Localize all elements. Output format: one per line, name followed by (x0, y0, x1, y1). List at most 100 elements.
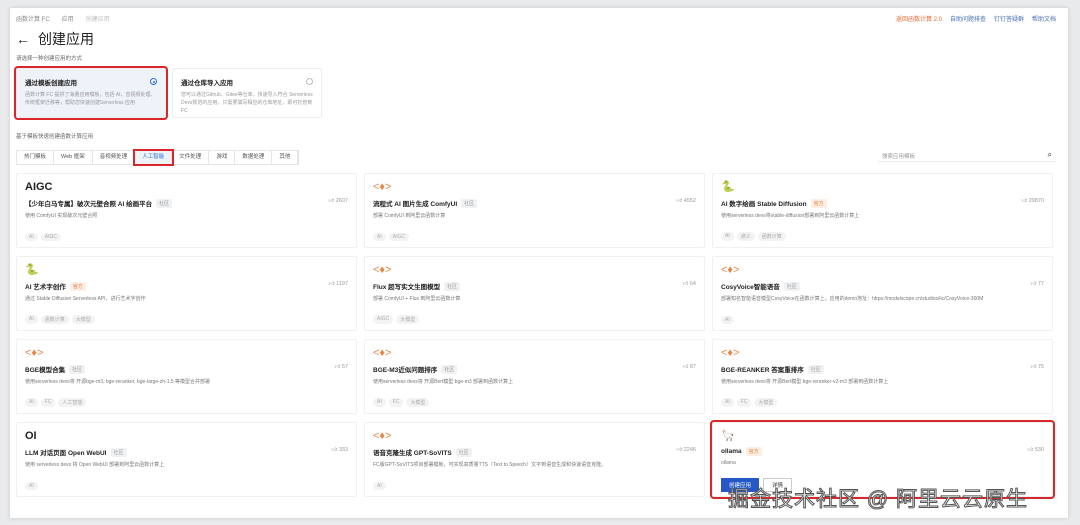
like-value: 4552 (683, 198, 696, 204)
tag: AI (721, 398, 734, 407)
tag-list: AI FC 大模型 (373, 398, 430, 407)
breadcrumb-item: 创建应用 (85, 17, 110, 23)
template-desc: 通过 Stable Diffusion Serverless API，进行艺术字… (25, 296, 146, 302)
template-name-row: BGE-REANKER 答案重排序 社区 (721, 364, 1044, 374)
like-count: 👍︎ 530 (1028, 447, 1044, 453)
source-badge: 社区 (441, 364, 458, 374)
template-card[interactable]: <♦> 语音克隆生成 GPT-SoVITS 社区 👍︎ 2246 FC版GPT-SoVI… (364, 422, 705, 497)
template-name-row: AI 数字绘画 Stable Diffusion 官方 (721, 198, 1044, 208)
template-card[interactable]: OI LLM 对话页面 Open WebUI 社区 👍︎ 333 使用 serverle… (16, 422, 357, 497)
like-count: 👍︎ 1197 (329, 281, 348, 287)
tag: 大模型 (71, 315, 95, 324)
like-icon: 👍︎ (328, 198, 336, 204)
tab-0[interactable]: 热门模板 (17, 151, 55, 164)
source-badge: 社区 (110, 447, 127, 457)
tag-list: AI AIGC (373, 233, 409, 241)
option-title: 通过仓库导入应用 (181, 80, 233, 87)
search-input[interactable]: 搜索应用模板 ⌕ (878, 150, 1056, 162)
template-name: BGE-REANKER 答案重排序 (721, 367, 804, 374)
tab-3[interactable]: 人工智能 (133, 149, 175, 166)
template-logo-icon: <♦> (373, 430, 392, 442)
template-name-row: BGE-M3近似问题排序 社区 (373, 364, 696, 374)
tab-6[interactable]: 数据处理 (235, 151, 273, 164)
template-name: 流程式 AI 图片生成 ComfyUI (373, 201, 458, 208)
template-name: 语音克隆生成 GPT-SoVITS (373, 450, 452, 457)
like-icon: 👍︎ (682, 281, 690, 287)
option-template[interactable]: 通过模板创建应用 函数计算 FC 提供了海量应用模板，包括 AI、音视频处理、传… (14, 66, 168, 120)
tag-list: AI (721, 316, 734, 324)
search-placeholder: 搜索应用模板 (882, 154, 916, 160)
source-badge: 官方 (69, 281, 86, 291)
tag-list: AI AIGC (25, 233, 61, 241)
template-card[interactable]: <♦> Flux 超写实文生图模型 社区 👍︎ 64 部署 ComfyUI + Flux… (364, 256, 705, 331)
source-badge: 官方 (745, 447, 762, 456)
main-panel: 函数计算 FC 应用 创建应用 返回函数计算 2.0 自助问题排查 钉钉答疑群 … (10, 8, 1068, 518)
template-name: AI 艺术字创作 (25, 284, 66, 291)
link-help-docs[interactable]: 帮助文档 (1032, 14, 1056, 23)
template-card[interactable]: <♦> BGE-REANKER 答案重排序 社区 👍︎ 75 使用serverless … (712, 339, 1053, 414)
template-card[interactable]: 🐍 AI 艺术字创作 官方 👍︎ 1197 通过 Stable Diffusion Se… (16, 256, 357, 331)
like-icon: 👍︎ (1027, 447, 1035, 453)
option-desc: 函数计算 FC 提供了海量应用模板，包括 AI、音视频处理、传统框架迁移等，帮助… (25, 92, 156, 106)
template-card[interactable]: <♦> CosyVoice智能语音 社区 👍︎ 77 部署知名智能语音模型CosyVoi… (712, 256, 1053, 331)
tab-4[interactable]: 文件处理 (172, 151, 210, 164)
method-label: 请选择一种创建应用的方式 (16, 56, 83, 62)
template-name-row: 流程式 AI 图片生成 ComfyUI 社区 (373, 198, 696, 208)
tag-list: AI (25, 482, 38, 490)
tag: AI (721, 232, 734, 241)
tag: 函数计算 (40, 315, 69, 324)
template-name-row: BGE模型合集 社区 (25, 364, 348, 374)
breadcrumb-item[interactable]: 应用 (62, 14, 74, 23)
template-desc: 使用serverless devs将 开源bge-m3, bge-reranke… (25, 379, 211, 385)
search-icon[interactable]: ⌕ (1048, 150, 1052, 160)
like-count: 👍︎ 57 (335, 364, 348, 370)
like-value: 1197 (336, 281, 348, 287)
template-name: CosyVoice智能语音 (721, 284, 780, 291)
top-links: 返回函数计算 2.0 自助问题排查 钉钉答疑群 帮助文档 (896, 14, 1056, 23)
link-back-fc2[interactable]: 返回函数计算 2.0 (896, 14, 942, 23)
template-card[interactable]: 🐍 AI 数字绘画 Stable Diffusion 官方 👍︎ 29870 使用ser… (712, 173, 1053, 248)
breadcrumb-item[interactable]: 函数计算 FC (16, 14, 50, 23)
source-badge: 社区 (69, 364, 86, 374)
template-name-row: Flux 超写实文生图模型 社区 (373, 281, 696, 291)
tab-7[interactable]: 其他 (272, 151, 299, 164)
template-card[interactable]: <♦> BGE模型合集 社区 👍︎ 57 使用serverless devs将 开源bg… (16, 339, 357, 414)
template-card[interactable]: <♦> BGE-M3近似问题排序 社区 👍︎ 87 使用serverless devs将… (364, 339, 705, 414)
tag-list: AI FC 大模型 (721, 398, 778, 407)
radio-unselected[interactable] (306, 78, 313, 85)
template-desc: 使用 serverless devs 将 Open WebUI 部署到阿里云函数… (25, 462, 165, 468)
tag: AI (373, 398, 386, 407)
source-badge: 社区 (455, 447, 472, 457)
template-grid: AIGC 【少年白马专属】破次元壁合照 AI 绘画平台 社区 👍︎ 2607 使用 Co… (16, 173, 1055, 499)
template-desc: 部署 ComfyUI + Flux 到阿里云函数计算 (373, 296, 461, 302)
tab-1[interactable]: Web 框架 (54, 151, 93, 164)
tag: FC (40, 398, 56, 407)
page-title-text: 创建应用 (38, 31, 94, 47)
section-label: 基于模板快速创建函数计算应用 (16, 134, 94, 140)
template-logo-icon: AIGC (25, 181, 53, 193)
tab-5[interactable]: 游戏 (209, 151, 236, 164)
like-value: 64 (689, 281, 696, 287)
back-arrow-icon[interactable]: ← (16, 31, 30, 47)
option-repo-import[interactable]: 通过仓库导入应用 您可以通过Github、Gitee等仓库，快速导入符合 Ser… (172, 68, 322, 118)
template-card[interactable]: <♦> 流程式 AI 图片生成 ComfyUI 社区 👍︎ 4552 部署 ComfyU… (364, 173, 705, 248)
template-desc: FC版GPT-SoVITS项目部署模板，可实现高质量TTS（Text to Sp… (373, 462, 607, 468)
link-dingtalk-group[interactable]: 钉钉答疑群 (994, 14, 1024, 23)
like-count: 👍︎ 77 (1031, 281, 1044, 287)
radio-selected[interactable] (150, 78, 157, 85)
template-logo-icon: OI (25, 430, 37, 442)
template-card[interactable]: AIGC 【少年白马专属】破次元壁合照 AI 绘画平台 社区 👍︎ 2607 使用 Co… (16, 173, 357, 248)
tag: 函数计算 (757, 232, 786, 241)
tag: AIGC (388, 233, 409, 241)
tab-2[interactable]: 音视频处理 (93, 151, 136, 164)
tag: 大模型 (406, 398, 430, 407)
template-desc: 部署 ComfyUI 到阿里云函数计算 (373, 213, 446, 219)
like-icon: 👍︎ (676, 198, 684, 204)
link-self-troubleshoot[interactable]: 自助问题排查 (950, 14, 986, 23)
like-value: 333 (338, 447, 348, 453)
like-count: 👍︎ 64 (683, 281, 696, 287)
like-count: 👍︎ 75 (1031, 364, 1044, 370)
like-icon: 👍︎ (682, 364, 690, 370)
template-desc: ollama (721, 460, 736, 466)
tag: FC (736, 398, 752, 407)
